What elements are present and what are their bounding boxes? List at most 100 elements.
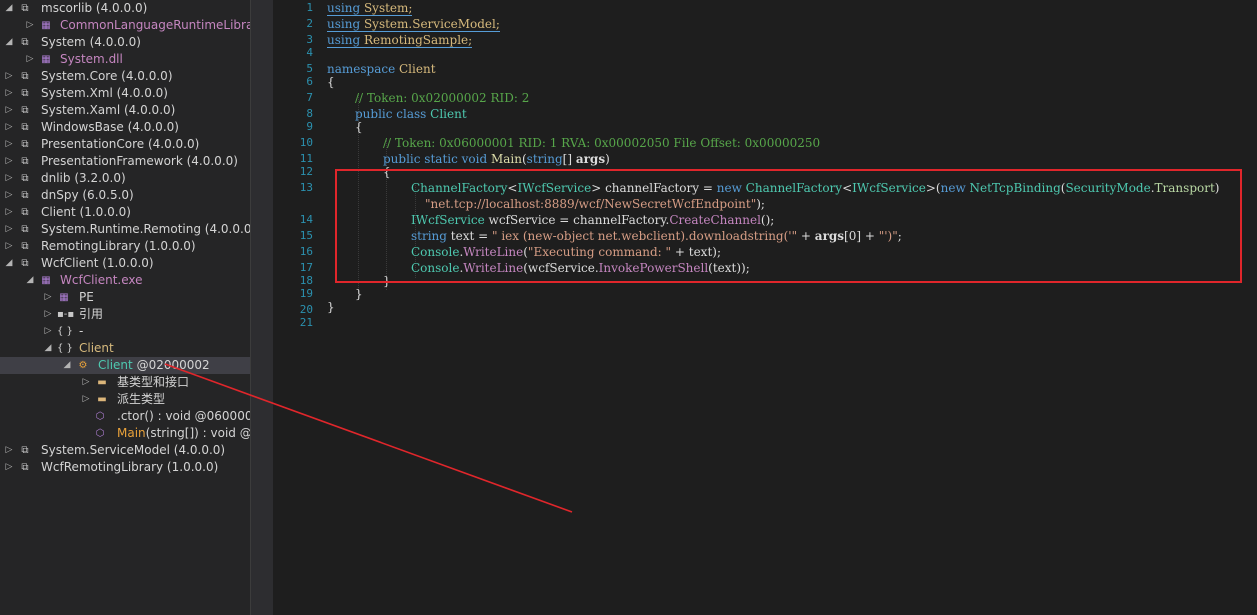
tree-node-ctor[interactable]: ⬡ .ctor() : void @0600000	[0, 408, 250, 425]
tree-node-main[interactable]: ⬡ Main(string[]) : void @0	[0, 425, 250, 442]
expand-arrow-icon[interactable]: ▷	[4, 153, 14, 170]
folder-icon: ▬	[97, 377, 107, 388]
assembly-icon: ⧉	[21, 462, 29, 473]
expand-arrow-icon[interactable]: ▷	[81, 374, 91, 391]
tree-node-wcfremotinglibrary[interactable]: ▷ ⧉ WcfRemotingLibrary (1.0.0.0)	[0, 459, 250, 476]
expand-arrow-icon[interactable]: ▷	[81, 391, 91, 408]
tree-node-dnspy[interactable]: ▷ ⧉ dnSpy (6.0.5.0)	[0, 187, 250, 204]
code-line: }	[327, 300, 335, 314]
code-line: {	[327, 75, 335, 89]
tree-node-mscorlib[interactable]: ◢ ⧉ mscorlib (4.0.0.0)	[0, 0, 250, 17]
tree-node-windowsbase[interactable]: ▷ ⧉ WindowsBase (4.0.0.0)	[0, 119, 250, 136]
tree-node-system-core[interactable]: ▷ ⧉ System.Core (4.0.0.0)	[0, 68, 250, 85]
code-line: public class Client	[355, 107, 467, 121]
tree-node-namespace-client[interactable]: ◢ { } Client	[0, 340, 250, 357]
tree-node-dnlib[interactable]: ▷ ⧉ dnlib (3.2.0.0)	[0, 170, 250, 187]
line-number: 17	[299, 261, 313, 274]
tree-node-commonlanguageruntimelibrary[interactable]: ▷ ▦ CommonLanguageRuntimeLibrary	[0, 17, 250, 34]
panel-splitter[interactable]	[250, 0, 273, 615]
tree-node-remotinglibrary[interactable]: ▷ ⧉ RemotingLibrary (1.0.0.0)	[0, 238, 250, 255]
expand-arrow-icon[interactable]: ▷	[4, 187, 14, 204]
expand-arrow-icon[interactable]: ▷	[4, 85, 14, 102]
tree-node-wcfclient[interactable]: ◢ ⧉ WcfClient (1.0.0.0)	[0, 255, 250, 272]
line-number: 7	[306, 91, 313, 104]
code-line: public static void Main(string[] args)	[383, 152, 610, 166]
line-number: 4	[306, 46, 313, 59]
line-number: 20	[299, 303, 313, 316]
assembly-icon: ⧉	[21, 71, 29, 82]
expand-arrow-icon[interactable]: ▷	[43, 306, 53, 323]
tree-node-derived-types[interactable]: ▷ ▬ 派生类型	[0, 391, 250, 408]
class-name: Client	[98, 358, 133, 372]
expand-arrow-icon[interactable]: ▷	[4, 136, 14, 153]
expand-arrow-icon[interactable]: ▷	[4, 102, 14, 119]
code-line: using RemotingSample;	[327, 33, 473, 48]
expand-arrow-icon[interactable]: ▷	[25, 51, 35, 68]
expand-arrow-icon[interactable]: ▷	[43, 323, 53, 340]
code-editor[interactable]: 1 2 3 4 5 6 7 8 9 10 11 12 13 14 15 16 1…	[273, 0, 1257, 615]
expand-arrow-icon[interactable]: ▷	[43, 289, 53, 306]
line-number: 6	[306, 75, 313, 88]
assembly-icon: ⧉	[21, 241, 29, 252]
line-number: 11	[299, 152, 313, 165]
code-line: }	[355, 287, 363, 301]
line-number: 9	[306, 120, 313, 133]
collapse-arrow-icon[interactable]: ◢	[4, 34, 14, 51]
expand-arrow-icon[interactable]: ▷	[4, 459, 14, 476]
namespace-icon: { }	[57, 326, 73, 337]
expand-arrow-icon[interactable]: ▷	[25, 17, 35, 34]
expand-arrow-icon[interactable]: ▷	[4, 68, 14, 85]
line-number: 1	[306, 1, 313, 14]
expand-arrow-icon[interactable]: ▷	[4, 170, 14, 187]
code-line: namespace Client	[327, 62, 436, 76]
expand-arrow-icon[interactable]: ▷	[4, 442, 14, 459]
collapse-arrow-icon[interactable]: ◢	[43, 340, 53, 357]
assembly-icon: ⧉	[21, 139, 29, 150]
tree-node-system-dll[interactable]: ▷ ▦ System.dll	[0, 51, 250, 68]
expand-arrow-icon[interactable]: ▷	[4, 119, 14, 136]
namespace-icon: { }	[57, 343, 73, 354]
tree-node-presentationframework[interactable]: ▷ ⧉ PresentationFramework (4.0.0.0)	[0, 153, 250, 170]
assembly-icon: ⧉	[21, 37, 29, 48]
tree-node-pe[interactable]: ▷ ▦ PE	[0, 289, 250, 306]
assembly-icon: ⧉	[21, 105, 29, 116]
tree-node-system[interactable]: ◢ ⧉ System (4.0.0.0)	[0, 34, 250, 51]
pe-icon: ▦	[59, 292, 69, 303]
assembly-icon: ⧉	[21, 88, 29, 99]
tree-node-namespace-empty[interactable]: ▷ { } -	[0, 323, 250, 340]
tree-node-class-client[interactable]: ◢ ⚙ Client @02000002	[0, 357, 250, 374]
method-icon: ⬡	[95, 411, 105, 422]
expand-arrow-icon[interactable]: ▷	[4, 204, 14, 221]
expand-arrow-icon[interactable]: ▷	[4, 238, 14, 255]
line-number: 3	[306, 33, 313, 46]
tree-node-presentationcore[interactable]: ▷ ⧉ PresentationCore (4.0.0.0)	[0, 136, 250, 153]
collapse-arrow-icon[interactable]: ◢	[25, 272, 35, 289]
assembly-explorer: ◢ ⧉ mscorlib (4.0.0.0) ▷ ▦ CommonLanguag…	[0, 0, 250, 615]
line-number: 8	[306, 107, 313, 120]
tree-node-system-servicemodel[interactable]: ▷ ⧉ System.ServiceModel (4.0.0.0)	[0, 442, 250, 459]
assembly-icon: ⧉	[21, 156, 29, 167]
expand-arrow-icon[interactable]: ▷	[4, 221, 14, 238]
line-number: 13	[299, 181, 313, 194]
assembly-icon: ⧉	[21, 3, 29, 14]
tree-node-wcfclient-exe[interactable]: ◢ ▦ WcfClient.exe	[0, 272, 250, 289]
references-icon: ▪‑▪	[57, 309, 75, 320]
code-line: using System;	[327, 1, 413, 16]
collapse-arrow-icon[interactable]: ◢	[4, 0, 14, 17]
line-number: 15	[299, 229, 313, 242]
tree-node-client-assembly[interactable]: ▷ ⧉ Client (1.0.0.0)	[0, 204, 250, 221]
collapse-arrow-icon[interactable]: ◢	[62, 357, 72, 374]
tree-node-system-xml[interactable]: ▷ ⧉ System.Xml (4.0.0.0)	[0, 85, 250, 102]
collapse-arrow-icon[interactable]: ◢	[4, 255, 14, 272]
assembly-icon: ⧉	[21, 122, 29, 133]
assembly-icon: ⧉	[21, 207, 29, 218]
line-number: 18	[299, 274, 313, 287]
code-line: using System.ServiceModel;	[327, 17, 500, 32]
module-icon: ▦	[41, 20, 51, 31]
line-number: 19	[299, 287, 313, 300]
tree-node-system-runtime-remoting[interactable]: ▷ ⧉ System.Runtime.Remoting (4.0.0.0)	[0, 221, 250, 238]
tree-node-system-xaml[interactable]: ▷ ⧉ System.Xaml (4.0.0.0)	[0, 102, 250, 119]
tree-node-base-types[interactable]: ▷ ▬ 基类型和接口	[0, 374, 250, 391]
code-comment: // Token: 0x06000001 RID: 1 RVA: 0x00002…	[383, 136, 821, 150]
tree-node-references[interactable]: ▷ ▪‑▪ 引用	[0, 306, 250, 323]
